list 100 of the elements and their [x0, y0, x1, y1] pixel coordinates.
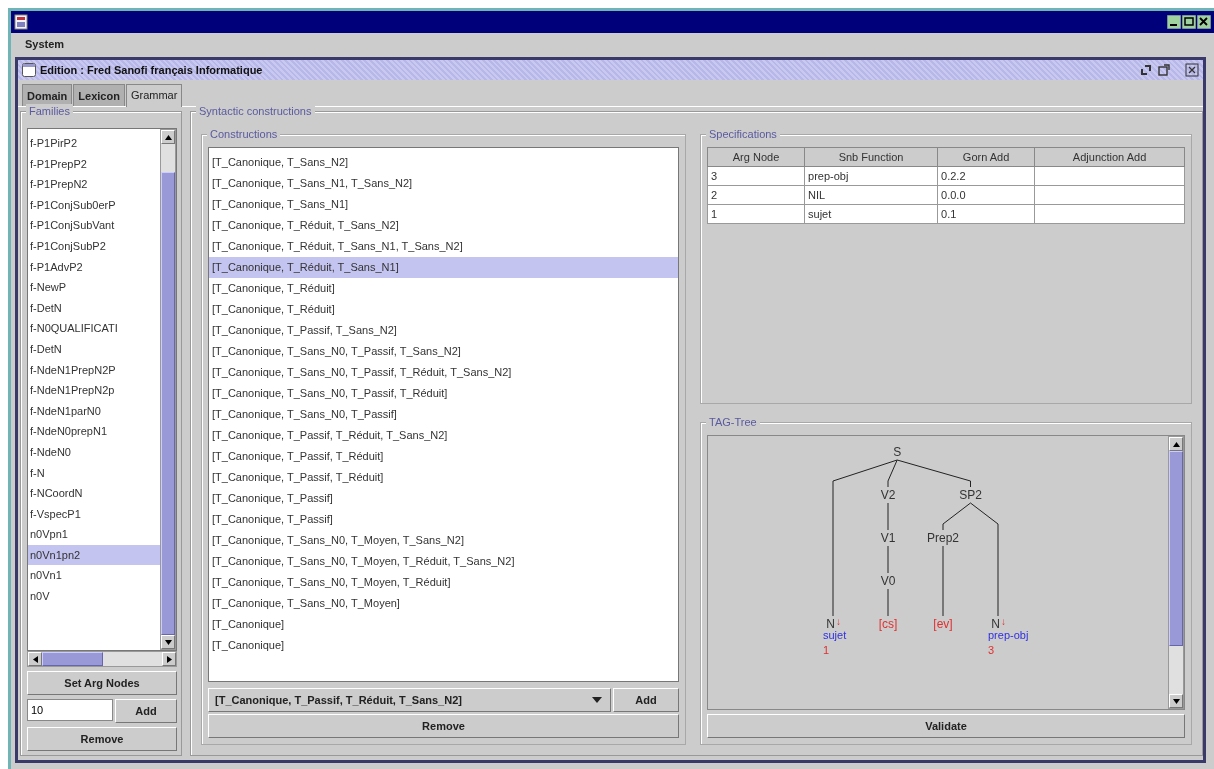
scroll-down-button[interactable] [161, 635, 175, 649]
list-item[interactable]: f-NCoordN [28, 483, 160, 504]
tab[interactable]: Lexicon [73, 84, 125, 106]
list-item[interactable]: f-NdeN1PrepN2p [28, 380, 160, 401]
list-item[interactable]: [T_Canonique, T_Sans_N0, T_Moyen, T_Sans_N2] [209, 530, 678, 551]
list-item[interactable]: f-NdeN1parN0 [28, 400, 160, 422]
list-item[interactable]: f-P1ConjSubVant [28, 215, 160, 236]
scroll-left-button[interactable] [28, 652, 42, 666]
list-item[interactable]: f-N0QUALIFICATI [28, 318, 160, 339]
vertical-scrollbar[interactable] [1168, 436, 1184, 709]
list-item[interactable]: [T_Canonique, T_Passif] [209, 488, 678, 509]
column-header[interactable]: Gorn Add [937, 147, 1035, 167]
list-item[interactable]: [T_Canonique, T_Sans_N0, T_Passif, T_Réduit] [209, 383, 678, 404]
remove-button[interactable]: Remove [27, 727, 177, 751]
list-item[interactable]: f-NdeN0 [28, 441, 160, 463]
list-item[interactable]: f-DetN [28, 297, 160, 319]
list-item[interactable]: n0Vn1pn2 [28, 544, 160, 566]
tree-node-label: V0 [880, 574, 896, 588]
tab[interactable]: Domain [22, 84, 73, 106]
list-item[interactable]: f-VspecP1 [28, 503, 160, 525]
list-item[interactable]: n0Vn1 [28, 565, 160, 587]
list-item[interactable]: [T_Canonique, T_Réduit, T_Sans_N1, T_Sans_N2] [209, 236, 678, 257]
close-icon[interactable] [1197, 15, 1211, 29]
list-item[interactable]: [T_Canonique, T_Sans_N1] [209, 194, 678, 215]
number-field[interactable]: 10 [27, 699, 113, 721]
list-item[interactable]: [T_Canonique, T_Sans_N0, T_Passif, T_Sans_N2] [209, 341, 678, 362]
column-header[interactable]: Arg Node [707, 147, 805, 167]
list-item[interactable]: [T_Canonique, T_Passif, T_Réduit, T_Sans_N2] [209, 425, 678, 446]
minimize-icon[interactable] [1167, 15, 1181, 29]
tab[interactable]: Grammar [125, 84, 183, 107]
list-item[interactable]: [T_Canonique, T_Passif, T_Réduit] [209, 446, 678, 467]
list-item[interactable]: n0V [28, 586, 160, 607]
iconify-icon[interactable] [1139, 63, 1153, 77]
scroll-up-button[interactable] [1169, 437, 1183, 451]
list-item[interactable]: [T_Canonique, T_Sans_N0, T_Moyen] [209, 593, 678, 614]
list-item[interactable]: [T_Canonique, T_Sans_N0, T_Passif, T_Réduit, T_Sans_N2] [209, 362, 678, 383]
list-item[interactable]: f-P1PirP2 [28, 133, 160, 154]
list-item[interactable]: [T_Canonique, T_Réduit, T_Sans_N1] [209, 257, 678, 278]
column-header[interactable]: Adjunction Add [1034, 147, 1185, 167]
list-item[interactable]: [T_Canonique] [209, 614, 678, 635]
substitution-mark: ↓ [1001, 616, 1006, 627]
function-label: prep-obj [988, 629, 1029, 641]
column-header[interactable]: Snb Function [804, 147, 938, 167]
remove-button[interactable]: Remove [208, 714, 679, 738]
list-item[interactable]: [T_Canonique] [209, 635, 678, 656]
list-item[interactable]: [T_Canonique, T_Passif] [209, 509, 678, 530]
tree-node-label: V2 [880, 488, 896, 502]
caret-icon [592, 697, 602, 703]
list-item[interactable]: [T_Canonique, T_Réduit, T_Sans_N2] [209, 215, 678, 236]
down-arrow-icon [164, 639, 172, 645]
list-item[interactable]: [T_Canonique, T_Passif, T_Sans_N2] [209, 320, 678, 341]
horizontal-scrollbar[interactable] [27, 651, 177, 667]
list-item[interactable]: f-P1AdvP2 [28, 256, 160, 278]
list-item[interactable]: [T_Canonique, T_Passif, T_Réduit] [209, 467, 678, 488]
app-icon [14, 14, 28, 30]
maximize-icon[interactable] [1157, 63, 1171, 77]
add-button[interactable]: Add [613, 688, 679, 712]
list-item[interactable]: f-DetN [28, 338, 160, 360]
substitution-mark: ↓ [836, 616, 841, 627]
set-arg-nodes-button[interactable]: Set Arg Nodes [27, 671, 177, 695]
list-item[interactable]: f-P1ConjSubP2 [28, 235, 160, 257]
list-item[interactable]: [T_Canonique, T_Sans_N0, T_Passif] [209, 404, 678, 425]
menu-item[interactable]: System [21, 36, 69, 52]
construction-dropdown[interactable]: [T_Canonique, T_Passif, T_Réduit, T_Sans_N2] [208, 688, 611, 712]
list-item[interactable]: f-N [28, 462, 160, 484]
add-button[interactable]: Add [115, 699, 177, 723]
scroll-thumb[interactable] [42, 652, 103, 666]
list-item[interactable]: f-P1PrepN2 [28, 174, 160, 195]
scroll-up-button[interactable] [161, 130, 175, 144]
vertical-scrollbar[interactable] [160, 129, 176, 650]
tree-node-label: N [991, 617, 1000, 631]
list-item[interactable]: f-P1PrepP2 [28, 153, 160, 175]
table-cell: 0.1 [937, 204, 1035, 224]
table-cell: 0.2.2 [937, 166, 1035, 186]
table-cell: sujet [804, 204, 938, 224]
list-item[interactable]: [T_Canonique, T_Sans_N1, T_Sans_N2] [209, 173, 678, 194]
tree-node-label: S [893, 445, 902, 459]
list-item[interactable]: [T_Canonique, T_Sans_N0, T_Moyen, T_Réduit] [209, 572, 678, 593]
scroll-down-button[interactable] [1169, 694, 1183, 708]
arg-number: 1 [823, 644, 830, 656]
scroll-right-button[interactable] [162, 652, 176, 666]
list-item[interactable]: n0Vpn1 [28, 524, 160, 545]
maximize-icon[interactable] [1182, 15, 1196, 29]
list-item[interactable]: [T_Canonique, T_Réduit] [209, 278, 678, 299]
scroll-thumb[interactable] [1169, 451, 1183, 646]
tree-node-label: Prep2 [927, 531, 959, 545]
tree-edge [942, 545, 944, 617]
function-label: sujet [823, 629, 847, 641]
table-cell: 3 [707, 166, 805, 186]
list-item[interactable]: [T_Canonique, T_Sans_N2] [209, 152, 678, 173]
list-item[interactable]: [T_Canonique, T_Sans_N0, T_Moyen, T_Réduit, T_Sans_N2] [209, 551, 678, 572]
list-item[interactable]: f-P1ConjSub0erP [28, 194, 160, 216]
table-cell: prep-obj [804, 166, 938, 186]
scroll-thumb[interactable] [161, 171, 175, 635]
list-item[interactable]: f-NdeN0prepN1 [28, 421, 160, 442]
list-item[interactable]: f-NdeN1PrepN2P [28, 359, 160, 381]
list-item[interactable]: [T_Canonique, T_Réduit] [209, 299, 678, 320]
validate-button[interactable]: Validate [707, 714, 1185, 738]
list-item[interactable]: f-NewP [28, 277, 160, 298]
close-icon[interactable] [1185, 63, 1199, 77]
